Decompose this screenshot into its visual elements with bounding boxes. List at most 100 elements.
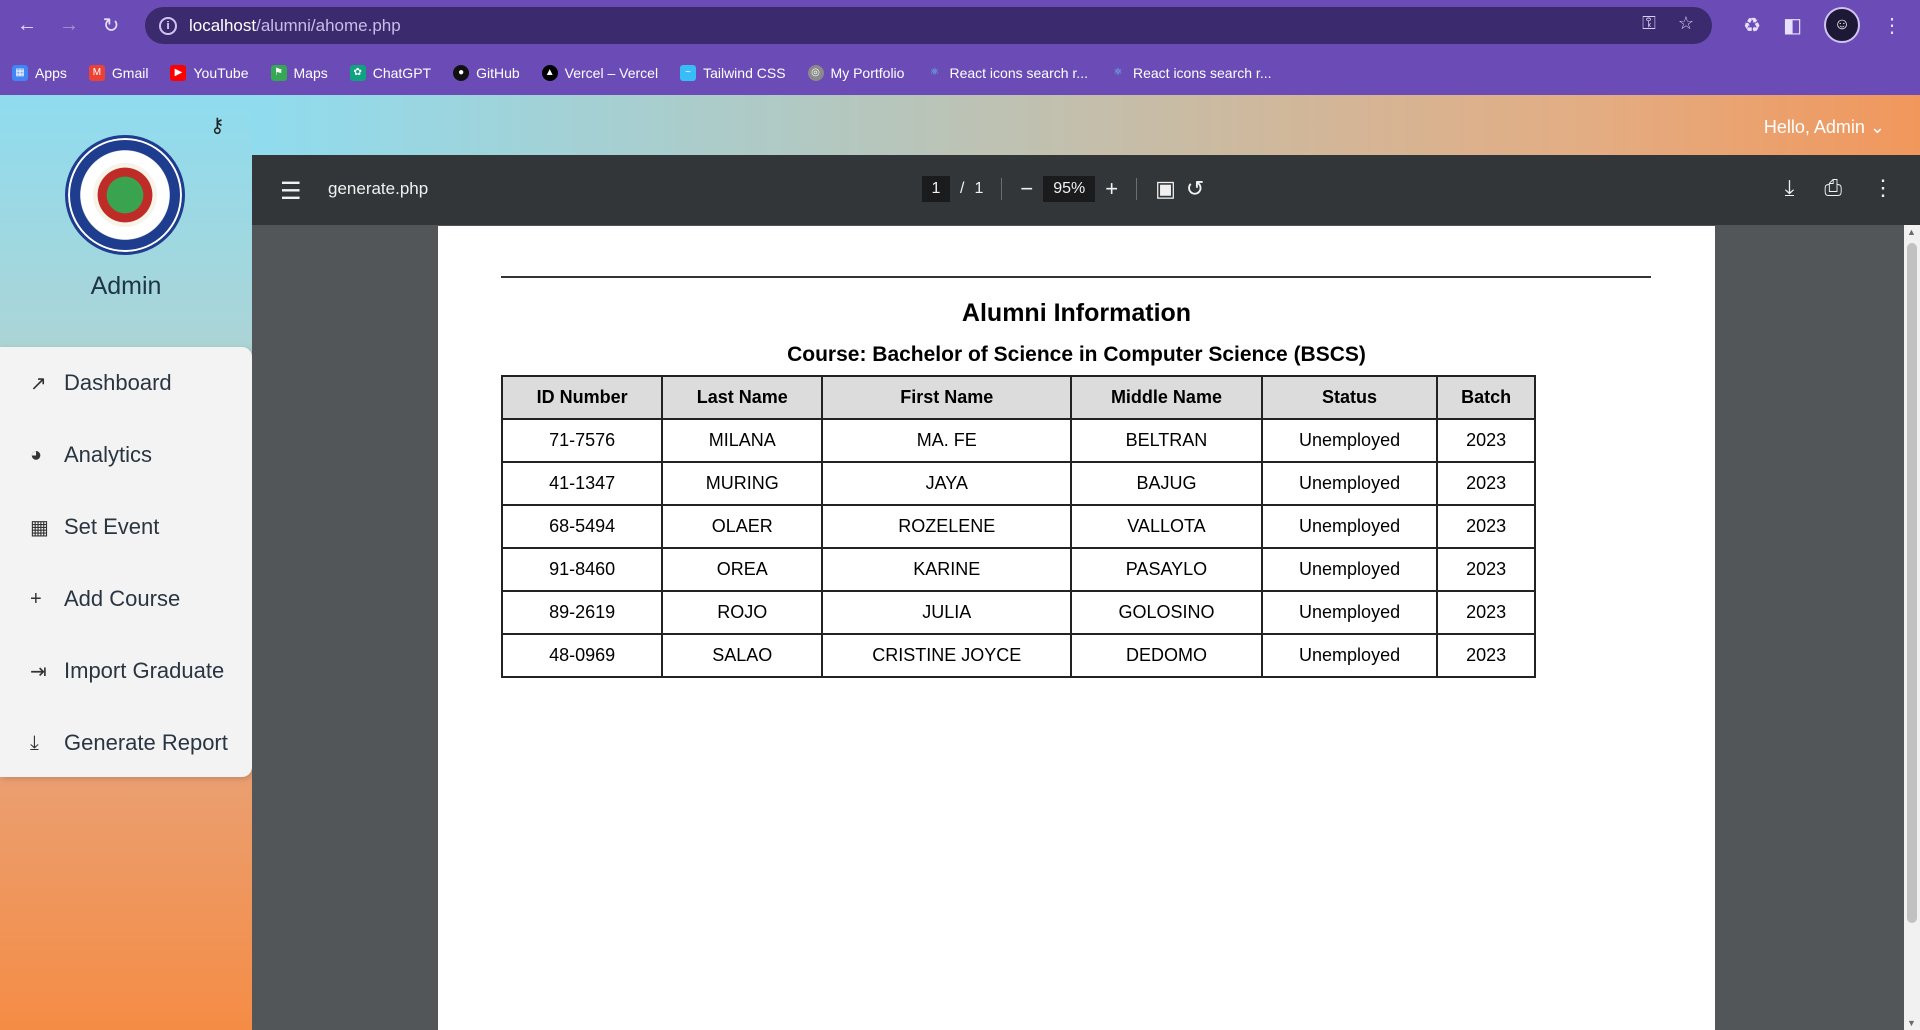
chatgpt-icon: ✿ — [349, 64, 366, 81]
fit-page-icon[interactable]: ▣ — [1155, 176, 1176, 202]
table-cell: ROZELENE — [821, 504, 1073, 549]
bookmark-tailwind[interactable]: ~ Tailwind CSS — [680, 64, 786, 81]
table-cell: KARINE — [821, 547, 1073, 592]
scroll-down-icon[interactable]: ▼ — [1907, 1018, 1916, 1028]
youtube-icon: ▶ — [170, 64, 187, 81]
user-menu-dropdown[interactable]: Hello, Admin ⌄ — [1764, 117, 1885, 138]
page-total: 1 — [974, 180, 984, 197]
reload-icon[interactable]: ↻ — [96, 10, 126, 40]
menu-icon[interactable]: ☰ — [280, 177, 302, 206]
rotate-icon[interactable]: ↺ — [1186, 176, 1204, 202]
table-header-row: ID Number Last Name First Name Middle Na… — [500, 375, 1536, 420]
site-info-icon[interactable]: i — [159, 16, 177, 35]
extensions-icon[interactable]: ♻ — [1743, 13, 1761, 38]
pdf-scrollbar[interactable]: ▲ ▼ — [1904, 225, 1920, 1030]
table-row: 89-2619 ROJO JULIA GOLOSINO Unemployed 2… — [500, 590, 1536, 635]
sidebar-item-import-graduate[interactable]: ⇥ Import Graduate — [0, 635, 252, 707]
table-cell: 2023 — [1436, 418, 1536, 463]
side-panel-icon[interactable]: ◧ — [1783, 13, 1802, 38]
table-row: 68-5494 OLAER ROZELENE VALLOTA Unemploye… — [500, 504, 1536, 549]
bookmark-maps[interactable]: ⚑ Maps — [270, 64, 328, 81]
sidebar-item-set-event[interactable]: ▦ Set Event — [0, 491, 252, 563]
bookmark-github[interactable]: ● GitHub — [453, 64, 520, 81]
column-header: Status — [1260, 375, 1439, 420]
table-cell: JULIA — [821, 590, 1073, 635]
table-cell: CRISTINE JOYCE — [821, 633, 1073, 678]
bookmark-chatgpt[interactable]: ✿ ChatGPT — [349, 64, 431, 81]
bookmark-apps[interactable]: ▦ Apps — [12, 64, 67, 81]
profile-avatar[interactable]: ☺ — [1824, 7, 1860, 43]
page-number-input[interactable]: 1 — [922, 176, 950, 202]
table-cell: 2023 — [1436, 547, 1536, 592]
sidebar-item-dashboard[interactable]: ↗ Dashboard — [0, 347, 252, 419]
table-cell: 2023 — [1436, 504, 1536, 549]
bookmarks-bar: ▦ Apps M Gmail ▶ YouTube ⚑ Maps ✿ ChatGPT ● Gi… — [0, 50, 1920, 95]
table-cell: Unemployed — [1260, 547, 1439, 592]
download-icon: ⤓ — [30, 731, 39, 754]
table-cell: Unemployed — [1260, 504, 1439, 549]
tailwind-icon: ~ — [680, 64, 697, 81]
pdf-page: Alumni Information Course: Bachelor of S… — [438, 226, 1715, 1030]
sidebar-user-name: Admin — [90, 272, 162, 300]
vercel-icon: ▲ — [541, 64, 558, 81]
bookmark-vercel[interactable]: ▲ Vercel – Vercel — [541, 64, 658, 81]
table-cell: 89-2619 — [500, 590, 664, 635]
table-cell: MA. FE — [821, 418, 1073, 463]
more-options-icon[interactable]: ⋮ — [1872, 175, 1894, 201]
bookmark-portfolio[interactable]: ◎ My Portfolio — [807, 64, 904, 81]
scroll-thumb[interactable] — [1907, 243, 1917, 923]
table-cell: PASAYLO — [1070, 547, 1263, 592]
zoom-in-icon[interactable]: + — [1105, 176, 1118, 202]
key-icon[interactable]: ⚿ — [1642, 13, 1656, 34]
table-cell: ROJO — [661, 590, 824, 635]
pdf-filename: generate.php — [328, 179, 429, 198]
zoom-input[interactable]: 95% — [1043, 176, 1096, 202]
bookmark-gmail[interactable]: M Gmail — [88, 64, 148, 81]
bookmark-react-icons-1[interactable]: ⚛ React icons search r... — [926, 65, 1088, 81]
alumni-table: ID Number Last Name First Name Middle Na… — [500, 375, 1536, 678]
toolbar-divider — [1001, 178, 1003, 200]
plus-icon: + — [30, 587, 42, 610]
table-cell: Unemployed — [1260, 633, 1439, 678]
table-cell: Unemployed — [1260, 461, 1439, 506]
column-header: Last Name — [661, 375, 824, 420]
zoom-out-icon[interactable]: − — [1020, 176, 1033, 202]
address-bar[interactable]: i localhost/alumni/ahome.php ⚿ ☆ — [145, 7, 1712, 44]
github-icon: ● — [453, 64, 470, 81]
back-icon[interactable]: ← — [12, 10, 42, 40]
pie-chart-icon: ◕ — [30, 443, 43, 466]
table-cell: MILANA — [661, 418, 824, 463]
column-header: ID Number — [500, 375, 664, 420]
sidebar-item-generate-report[interactable]: ⤓ Generate Report — [0, 707, 252, 779]
maps-icon: ⚑ — [270, 64, 287, 81]
user-secret-icon[interactable]: ⚷ — [210, 113, 234, 137]
table-cell: 68-5494 — [500, 504, 664, 549]
download-icon[interactable]: ⤓ — [1785, 175, 1795, 201]
sidebar-item-add-course[interactable]: + Add Course — [0, 563, 252, 635]
bookmark-star-icon[interactable]: ☆ — [1678, 13, 1694, 34]
pdf-toolbar: ☰ generate.php 1 / 1 − 95% + ▣ ↺ ⤓ ⎙ ⋮ — [252, 155, 1920, 225]
table-row: 91-8460 OREA KARINE PASAYLO Unemployed 2… — [500, 547, 1536, 592]
sidebar-item-analytics[interactable]: ◕ Analytics — [0, 419, 252, 491]
print-icon[interactable]: ⎙ — [1824, 175, 1842, 201]
table-cell: BELTRAN — [1070, 418, 1263, 463]
file-import-icon: ⇥ — [30, 660, 47, 683]
sidebar-menu: ↗ Dashboard ◕ Analytics ▦ Set Event + Add Co… — [0, 347, 252, 777]
browser-menu-icon[interactable]: ⋮ — [1882, 13, 1902, 38]
forward-icon[interactable]: → — [54, 10, 84, 40]
toolbar-divider — [1136, 178, 1138, 200]
bookmark-youtube[interactable]: ▶ YouTube — [170, 64, 249, 81]
document-title: Alumni Information — [961, 299, 1192, 327]
apps-grid-icon: ▦ — [12, 64, 28, 81]
horizontal-rule — [501, 276, 1651, 278]
column-header: First Name — [821, 375, 1073, 420]
table-cell: VALLOTA — [1070, 504, 1263, 549]
url-path: /alumni/ahome.php — [256, 15, 401, 35]
table-cell: 71-7576 — [500, 418, 664, 463]
app-header: Hello, Admin ⌄ — [252, 95, 1920, 155]
bookmark-react-icons-2[interactable]: ⚛ React icons search r... — [1110, 65, 1272, 81]
calendar-icon: ▦ — [30, 516, 49, 539]
table-cell: GOLOSINO — [1070, 590, 1263, 635]
table-cell: OLAER — [661, 504, 824, 549]
scroll-up-icon[interactable]: ▲ — [1907, 227, 1916, 237]
